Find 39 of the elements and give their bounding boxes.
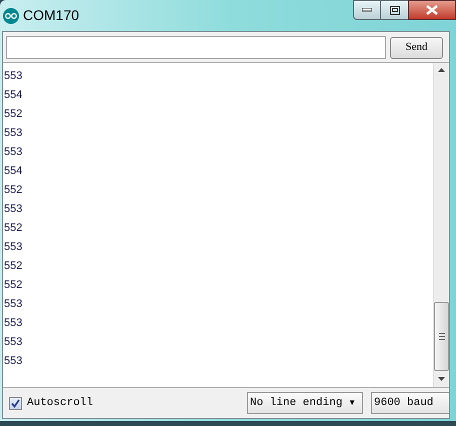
line-ending-value: No line ending [250,396,342,411]
grip-icon [438,333,444,340]
output-line: 553 [4,355,22,368]
output-line: 553 [4,127,22,140]
output-line: 554 [4,165,22,178]
output-line: 552 [4,184,22,197]
output-line: 553 [4,146,22,159]
dropdown-arrow: ▼ [348,397,356,409]
maximize-icon [390,6,400,14]
output-line: 553 [4,203,22,216]
message-input-field[interactable] [6,36,386,59]
scrollbar[interactable] [433,63,449,387]
line-ending-dropdown[interactable]: No line ending ▼ [247,392,363,414]
output-line: 553 [4,336,22,349]
scroll-up-icon[interactable] [438,68,445,72]
window-title: COM170 [23,6,80,25]
output-line: 552 [4,260,22,273]
minimize-button[interactable] [353,0,381,20]
close-button[interactable] [408,0,456,20]
output-line: 553 [4,317,22,330]
send-button[interactable]: Send [390,36,443,58]
scrollbar-thumb[interactable] [434,302,449,371]
output-line: 554 [4,89,22,102]
autoscroll-checkbox[interactable] [9,396,22,410]
maximize-button[interactable] [381,0,408,20]
autoscroll-label: Autoscroll [27,396,94,411]
baud-rate-value: 9600 baud [374,396,434,411]
scroll-down-icon[interactable] [438,377,445,381]
output-line: 552 [4,279,22,292]
close-icon [426,5,438,15]
app-logo-icon [3,8,19,24]
baud-rate-dropdown[interactable]: 9600 baud [371,392,449,414]
output-line: 553 [4,298,22,311]
output-line: 552 [4,222,22,235]
output-line: 552 [4,108,22,121]
output-line: 553 [4,70,22,83]
minimize-icon [362,8,372,12]
output-line: 553 [4,241,22,254]
checkmark-icon [11,398,20,408]
